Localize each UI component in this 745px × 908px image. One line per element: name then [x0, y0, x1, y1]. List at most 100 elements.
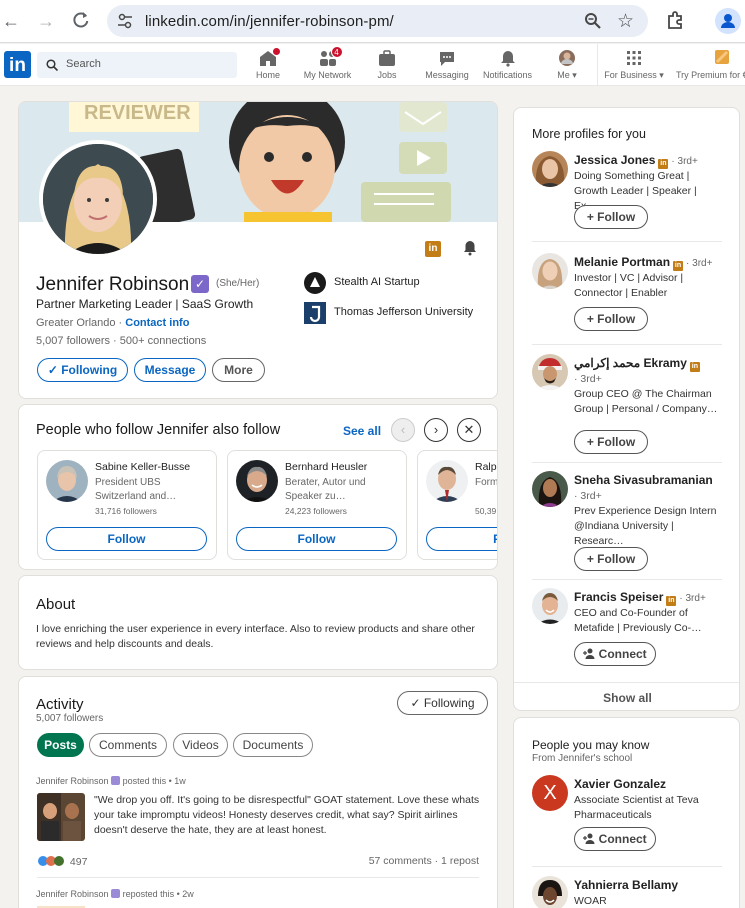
profile-suggestion[interactable]: محمد إكرامي Ekramy in · 3rd+ Group CEO @ … [532, 354, 722, 454]
tab-comments[interactable]: Comments [89, 733, 167, 757]
people-you-may-know-card: People you may know From Jennifer's scho… [513, 717, 740, 908]
reaction-icons [38, 856, 64, 866]
avatar [532, 876, 568, 908]
verified-icon [111, 776, 121, 785]
post-divider [37, 877, 479, 878]
profile-suggestion[interactable]: Melanie Portman in · 3rd+ Investor | VC | … [532, 253, 722, 333]
follow-suggestion-card[interactable]: Bernhard Heusler Berater, Autor und Spea… [227, 450, 407, 560]
follow-button[interactable]: Fo… [426, 527, 497, 551]
nav-for-business[interactable]: For Business ▾ [604, 49, 664, 81]
follow-suggestion-card[interactable]: Ralph Form… ING … 50,39… Fo… [417, 450, 498, 560]
also-follow-card: People who follow Jennifer also follow S… [18, 404, 498, 570]
activity-followers: 5,007 followers [36, 713, 104, 724]
post-author[interactable]: Jennifer Robinson [36, 889, 109, 899]
avatar [532, 471, 568, 507]
extensions-icon[interactable] [665, 10, 685, 30]
profile-suggestion[interactable]: Sneha Sivasubramanian · 3rd+ Prev Experi… [532, 471, 722, 571]
post-thumbnail[interactable] [37, 793, 85, 841]
suggestion-name: Francis Speiser in · 3rd+ [574, 590, 706, 606]
nav-messaging[interactable]: Messaging [424, 49, 470, 80]
post-author[interactable]: Jennifer Robinson [36, 776, 109, 786]
carousel-next-icon[interactable]: › [424, 418, 448, 442]
org-name: Thomas Jefferson University [334, 306, 474, 318]
linkedin-logo[interactable]: in [4, 51, 31, 78]
carousel-prev-icon[interactable]: ‹ [391, 418, 415, 442]
linkedin-premium-icon: in [425, 241, 441, 257]
activity-following-button[interactable]: ✓ Following [397, 691, 488, 715]
follow-suggestion-card[interactable]: Sabine Keller-Busse President UBS Switze… [37, 450, 217, 560]
see-all-link[interactable]: See all [343, 424, 381, 438]
profile-photo[interactable] [39, 140, 157, 258]
connect-button[interactable]: Connect [574, 642, 656, 666]
nav-me[interactable]: Me ▾ [552, 49, 582, 81]
follow-button[interactable]: + Follow [574, 430, 648, 454]
dismiss-close-icon[interactable]: ✕ [457, 418, 481, 442]
site-settings-icon[interactable] [117, 13, 133, 29]
nav-divider [597, 44, 598, 86]
bell-icon [498, 49, 518, 67]
tab-documents[interactable]: Documents [233, 733, 313, 757]
tab-posts[interactable]: Posts [37, 733, 84, 757]
pymk-person[interactable]: Yahnierra Bellamy WOAR [532, 876, 722, 908]
suggestion-followers: 24,223 followers [285, 506, 347, 516]
follow-button[interactable]: Follow [236, 527, 397, 551]
pymk-title: People you may know [532, 738, 650, 752]
profile-suggestion[interactable]: Jessica Jones in · 3rd+ Doing Something Gr… [532, 151, 722, 231]
suggestion-headline: · 3rd+ Prev Experience Design Intern @In… [574, 490, 717, 547]
post-meta-text: posted this • 1w [122, 776, 186, 786]
bookmark-star-icon[interactable]: ☆ [617, 10, 634, 33]
following-button[interactable]: ✓ Following [37, 358, 128, 382]
bell-icon[interactable] [462, 240, 478, 256]
profile-suggestion[interactable]: Francis Speiser in · 3rd+ CEO and Co-Found… [532, 588, 722, 668]
back-icon[interactable]: ← [0, 10, 22, 32]
reload-icon[interactable] [70, 10, 92, 32]
avatar [532, 588, 568, 624]
person-headline: WOAR [574, 895, 607, 907]
activity-card: Activity 5,007 followers ✓ Following Pos… [18, 676, 498, 908]
suggestion-desc: President UBS Switzerland and… [95, 477, 177, 502]
connect-label: Connect [598, 647, 647, 661]
tab-videos[interactable]: Videos [173, 733, 228, 757]
post-header: Jennifer Robinson posted this • 1w [36, 776, 186, 786]
suggestion-name: Jessica Jones in · 3rd+ [574, 153, 698, 169]
follow-button[interactable]: + Follow [574, 205, 648, 229]
reactions[interactable]: 497 [37, 855, 87, 868]
message-button[interactable]: Message [134, 358, 206, 382]
post-meta-text: reposted this • 2w [122, 889, 194, 899]
nav-jobs[interactable]: Jobs [370, 49, 404, 80]
network-icon: 4 [318, 46, 343, 67]
zoom-icon[interactable] [584, 12, 602, 30]
browser-profile-icon[interactable] [715, 8, 741, 34]
person-name: Yahnierra Bellamy [574, 878, 679, 892]
profile-location: Greater Orlando · Contact info [36, 317, 189, 329]
pymk-person[interactable]: X Xavier Gonzalez Associate Scientist at… [532, 775, 722, 855]
comment-count[interactable]: 57 comments · 1 repost [369, 855, 479, 867]
verified-icon[interactable]: ✓ [191, 275, 209, 293]
nav-my-network[interactable]: 4 My Network [300, 46, 355, 80]
nav-notifications[interactable]: Notifications [480, 49, 535, 80]
connect-button[interactable]: Connect [574, 827, 656, 851]
suggestion-name: محمد إكرامي Ekramy in [574, 356, 700, 372]
nav-premium[interactable]: Try Premium for €0 [676, 49, 745, 80]
more-button[interactable]: More [212, 358, 265, 382]
show-all-button[interactable]: Show all [514, 691, 739, 705]
profile-stats[interactable]: 5,007 followers · 500+ connections [36, 335, 206, 347]
url-text[interactable]: linkedin.com/in/jennifer-robinson-pm/ [145, 13, 394, 30]
search-input[interactable]: Search [37, 52, 237, 78]
linkedin-navbar: in Search Home 4 My Network Jobs Messagi… [0, 44, 745, 86]
suggestion-desc: Form… ING … [475, 477, 498, 488]
nav-home[interactable]: Home [251, 47, 285, 80]
about-title: About [36, 596, 76, 613]
follow-button[interactable]: Follow [46, 527, 207, 551]
nav-label: Home [255, 70, 280, 80]
avatar [46, 460, 88, 502]
follow-button[interactable]: + Follow [574, 547, 648, 571]
activity-title: Activity [36, 696, 84, 713]
linkedin-premium-icon: in [666, 596, 677, 606]
contact-info-link[interactable]: Contact info [125, 317, 189, 329]
forward-icon[interactable]: → [35, 10, 57, 32]
address-bar[interactable]: linkedin.com/in/jennifer-robinson-pm/ ☆ [107, 5, 648, 37]
message-icon [437, 49, 457, 67]
post-text[interactable]: "We drop you off. It's going to be disre… [94, 793, 489, 838]
follow-button[interactable]: + Follow [574, 307, 648, 331]
